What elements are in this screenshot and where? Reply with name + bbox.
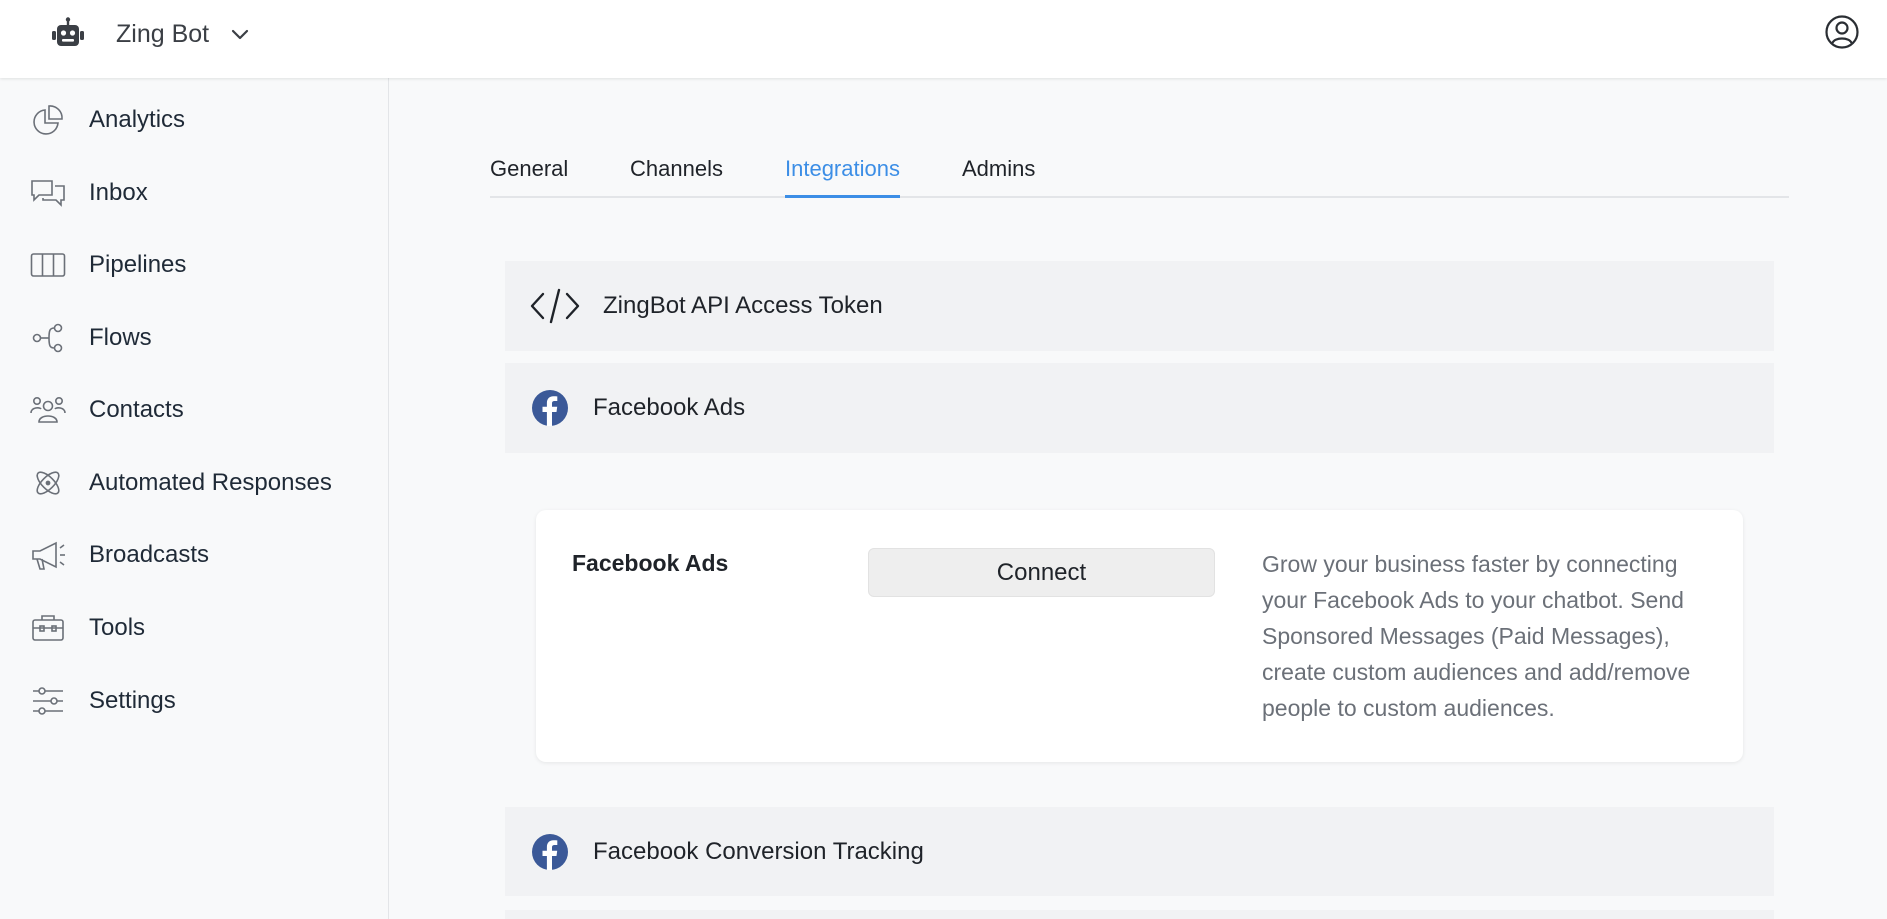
connect-button[interactable]: Connect [868,548,1215,597]
sidebar-item-label: Flows [89,324,152,351]
robot-icon [52,17,84,46]
sidebar-item-label: Broadcasts [89,541,210,568]
sidebar-item-pipelines[interactable]: Pipelines [30,243,370,287]
sidebar-item-analytics[interactable]: Analytics [30,98,370,142]
next-panel-edge [505,910,1774,919]
sidebar-item-settings[interactable]: Settings [30,679,370,723]
chevron-down-icon [232,29,249,40]
panel-label: Facebook Ads [593,394,746,421]
bot-name: Zing Bot [116,19,210,48]
panel-label: Facebook Conversion Tracking [593,837,924,865]
tab-channels[interactable]: Channels [630,148,723,198]
user-circle-icon[interactable] [1824,14,1860,50]
facebook-icon [532,833,568,870]
sidebar-item-broadcasts[interactable]: Broadcasts [30,533,370,577]
top-bar: Zing Bot [0,0,1887,78]
facebook-conversion-tracking-panel[interactable]: Facebook Conversion Tracking [505,807,1774,896]
sidebar-item-label: Pipelines [89,251,187,278]
users-icon [30,397,66,423]
facebook-ads-card: Facebook Ads Connect Grow your business … [536,510,1743,762]
panel-label: ZingBot API Access Token [603,292,883,319]
sidebar-item-label: Contacts [89,396,184,423]
sidebar-item-label: Automated Responses [89,469,332,496]
bot-switcher[interactable]: Zing Bot [50,14,251,54]
sidebar-item-label: Settings [89,687,176,714]
sidebar-item-label: Inbox [89,179,148,206]
facebook-ads-panel[interactable]: Facebook Ads [505,363,1774,453]
sidebar-item-automated-responses[interactable]: Automated Responses [30,461,370,505]
sidebar-item-label: Analytics [89,106,186,133]
card-title: Facebook Ads [572,550,729,576]
sidebar-item-inbox[interactable]: Inbox [30,171,370,215]
flow-nodes-icon [32,323,63,353]
sliders-icon [33,687,63,715]
tab-integrations[interactable]: Integrations [785,148,900,198]
code-icon [530,288,580,324]
atom-icon [36,471,60,495]
toolbox-icon [32,615,64,641]
tab-admins[interactable]: Admins [962,148,1035,198]
sidebar-item-tools[interactable]: Tools [30,606,370,650]
settings-tabs: General Channels Integrations Admins [490,148,1789,198]
api-token-panel[interactable]: ZingBot API Access Token [505,261,1774,351]
sidebar-item-flows[interactable]: Flows [30,316,370,360]
megaphone-icon [32,541,65,570]
columns-icon [30,253,66,277]
chat-bubbles-icon [31,180,65,207]
sidebar: Analytics Inbox Pipelines Flows Contacts… [0,78,389,919]
sidebar-item-label: Tools [89,614,146,641]
tab-general[interactable]: General [490,148,568,198]
sidebar-item-contacts[interactable]: Contacts [30,388,370,432]
card-description: Grow your business faster by connecting … [1262,551,1691,721]
pie-chart-icon [33,105,63,135]
facebook-icon [532,390,568,426]
